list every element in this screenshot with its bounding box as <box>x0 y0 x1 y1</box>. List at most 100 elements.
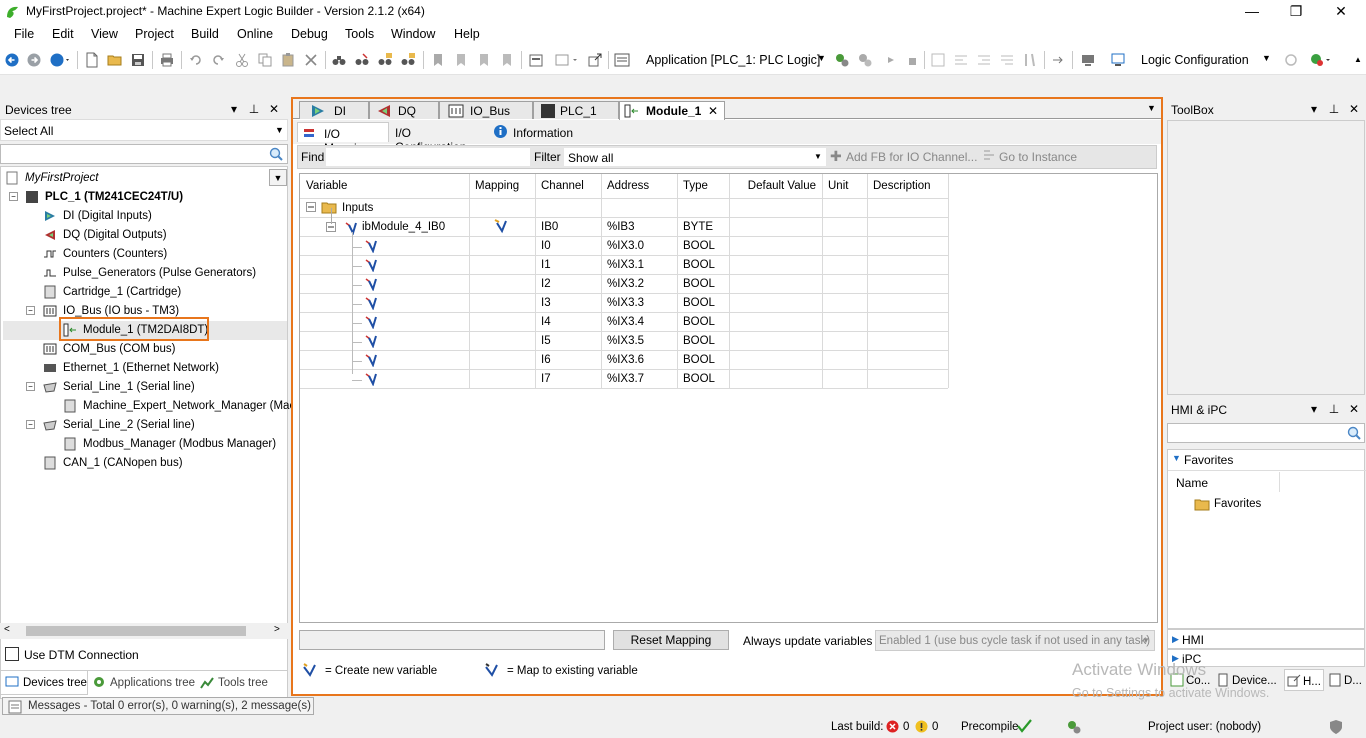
hmi-menu-icon[interactable]: ▾ <box>1308 402 1320 416</box>
tab-applications-tree[interactable]: Applications tree <box>90 671 196 695</box>
tree-item[interactable]: DI (Digital Inputs) <box>3 207 287 226</box>
toolbar-overflow-icon[interactable]: ▲ <box>1354 55 1362 64</box>
active-application-combo[interactable]: Application [PLC_1: PLC Logic] <box>646 53 820 67</box>
address-cell[interactable]: %IX3.5 <box>607 335 677 347</box>
doc-tab-dq[interactable]: DQ <box>369 101 439 119</box>
copy-icon[interactable] <box>257 52 273 68</box>
run-icon[interactable] <box>883 52 899 68</box>
tree-item[interactable]: COM_Bus (COM bus) <box>3 340 287 359</box>
search-icon[interactable] <box>268 146 284 165</box>
toolbox-pin-icon[interactable]: ⊥ <box>1328 102 1340 116</box>
logout-icon[interactable] <box>857 52 873 68</box>
sub-tab-io-configuration[interactable]: I/O Configuration <box>393 124 485 154</box>
find-icon[interactable] <box>331 52 347 68</box>
hmi-expand-icon[interactable]: ▶ <box>1172 634 1179 645</box>
bookmark-next-icon[interactable] <box>453 52 469 68</box>
create-variable-icon[interactable] <box>493 218 509 237</box>
forward-icon[interactable] <box>26 52 42 68</box>
channel-cell[interactable]: I4 <box>541 316 601 328</box>
collapse-icon[interactable]: − <box>26 382 35 391</box>
tree-item[interactable]: Ethernet_1 (Ethernet Network) <box>3 359 287 378</box>
hmi-pin-icon[interactable]: ⊥ <box>1328 402 1340 416</box>
application-icon[interactable] <box>614 52 630 68</box>
tree-project-root[interactable]: MyFirstProject ▼ <box>3 169 287 188</box>
menu-build[interactable]: Build <box>191 27 219 41</box>
logic-configuration-dropdown-icon[interactable]: ▼ <box>1262 53 1271 63</box>
menu-online[interactable]: Online <box>237 27 273 41</box>
scrollbar-thumb[interactable] <box>26 626 246 636</box>
address-cell[interactable]: %IX3.6 <box>607 354 677 366</box>
scroll-right-icon[interactable]: > <box>274 624 280 635</box>
toolbox-close-icon[interactable]: ✕ <box>1348 102 1360 116</box>
address-cell[interactable]: %IX3.4 <box>607 316 677 328</box>
logic-configuration-combo[interactable]: Logic Configuration <box>1141 53 1249 67</box>
favorites-section-label[interactable]: Favorites <box>1184 453 1233 467</box>
channel-cell[interactable]: IB0 <box>541 221 601 233</box>
restore-button[interactable]: ❐ <box>1273 0 1319 23</box>
address-cell[interactable]: %IX3.7 <box>607 373 677 385</box>
reset-mapping-button[interactable]: Reset Mapping <box>613 630 729 650</box>
menu-file[interactable]: File <box>14 27 34 41</box>
tree-item[interactable]: DQ (Digital Outputs) <box>3 226 287 245</box>
close-panel-icon[interactable]: ✕ <box>268 102 280 116</box>
step-over-icon[interactable] <box>953 52 969 68</box>
back-icon[interactable] <box>4 52 20 68</box>
find-input[interactable] <box>326 148 530 166</box>
column-header[interactable]: Type <box>683 180 729 192</box>
history-dropdown-icon[interactable] <box>50 52 69 68</box>
column-header[interactable]: Default Value <box>729 180 816 192</box>
print-icon[interactable] <box>159 52 175 68</box>
arrow-right-icon[interactable] <box>1050 52 1066 68</box>
panel-menu-icon[interactable]: ▾ <box>228 102 240 116</box>
collapse-icon[interactable]: − <box>9 192 18 201</box>
go-to-instance-button[interactable]: Go to Instance <box>999 150 1077 164</box>
tab-tools-tree[interactable]: Tools tree <box>198 671 288 695</box>
delete-icon[interactable] <box>303 52 319 68</box>
export-icon[interactable] <box>587 52 603 68</box>
column-header[interactable]: Channel <box>541 180 601 192</box>
channel-cell[interactable]: I5 <box>541 335 601 347</box>
hmi-search-input[interactable] <box>1167 423 1365 443</box>
always-update-select[interactable]: Enabled 1 (use bus cycle task if not use… <box>875 630 1155 651</box>
bookmark-icon[interactable] <box>430 52 446 68</box>
login-icon[interactable] <box>834 52 850 68</box>
doc-tab-di[interactable]: DI <box>299 101 369 119</box>
sub-tab-io-mapping[interactable]: I/O Mapping <box>297 122 389 155</box>
undo-icon[interactable] <box>188 52 204 68</box>
sub-tab-information[interactable]: Information <box>491 124 581 144</box>
scroll-left-icon[interactable]: < <box>4 624 10 635</box>
favorites-expand-icon[interactable]: ▼ <box>1172 453 1181 463</box>
tree-item[interactable]: Machine_Expert_Network_Manager (Mach <box>3 397 302 416</box>
menu-help[interactable]: Help <box>454 27 480 41</box>
select-all-dropdown-icon[interactable]: ▼ <box>275 125 284 135</box>
status-light-icon[interactable] <box>1309 52 1330 68</box>
clipboard-icon[interactable] <box>528 52 544 68</box>
tree-horizontal-scrollbar[interactable]: < > <box>0 623 288 639</box>
column-header[interactable]: Address <box>607 180 677 192</box>
column-header[interactable]: Mapping <box>475 180 535 192</box>
use-dtm-checkbox[interactable] <box>5 647 19 661</box>
column-header[interactable]: Variable <box>306 180 469 192</box>
filter-dropdown-icon[interactable]: ▼ <box>814 152 822 161</box>
tree-item[interactable]: − Serial_Line_2 (Serial line) <box>3 416 287 435</box>
channel-cell[interactable]: I6 <box>541 354 601 366</box>
find-replace-icon[interactable] <box>354 52 370 68</box>
channel-cell[interactable]: I2 <box>541 278 601 290</box>
new-file-icon[interactable] <box>84 52 100 68</box>
collapse-icon[interactable] <box>306 202 317 213</box>
favorites-folder[interactable]: Favorites <box>1214 498 1261 510</box>
add-fb-button[interactable]: Add FB for IO Channel... <box>846 150 977 164</box>
paste-icon[interactable] <box>280 52 296 68</box>
display-icon[interactable] <box>1110 52 1126 68</box>
redo-icon[interactable] <box>210 52 226 68</box>
tree-item[interactable]: Counters (Counters) <box>3 245 287 264</box>
address-cell[interactable]: %IB3 <box>607 221 677 233</box>
menu-view[interactable]: View <box>91 27 118 41</box>
menu-project[interactable]: Project <box>135 27 174 41</box>
column-header[interactable]: Unit <box>828 180 867 192</box>
project-dropdown-icon[interactable]: ▼ <box>269 169 287 186</box>
step-out-icon[interactable] <box>999 52 1015 68</box>
monitor-icon[interactable] <box>1080 52 1096 68</box>
filter-select[interactable]: Show all ▼ <box>564 148 826 166</box>
open-folder-icon[interactable] <box>107 52 123 68</box>
